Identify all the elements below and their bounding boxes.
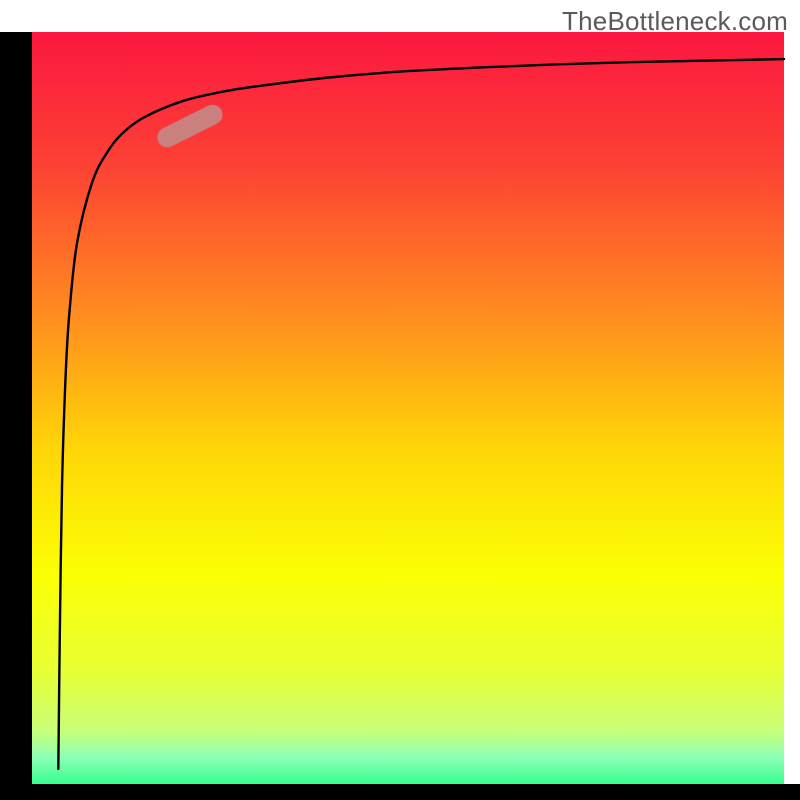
- x-axis-bar: [0, 784, 800, 800]
- chart-container: TheBottleneck.com: [0, 0, 800, 800]
- y-axis-bar: [0, 32, 32, 800]
- plot-area: [0, 32, 800, 800]
- chart-svg: [0, 0, 800, 800]
- watermark-text: TheBottleneck.com: [562, 6, 788, 37]
- gradient-background: [32, 32, 784, 784]
